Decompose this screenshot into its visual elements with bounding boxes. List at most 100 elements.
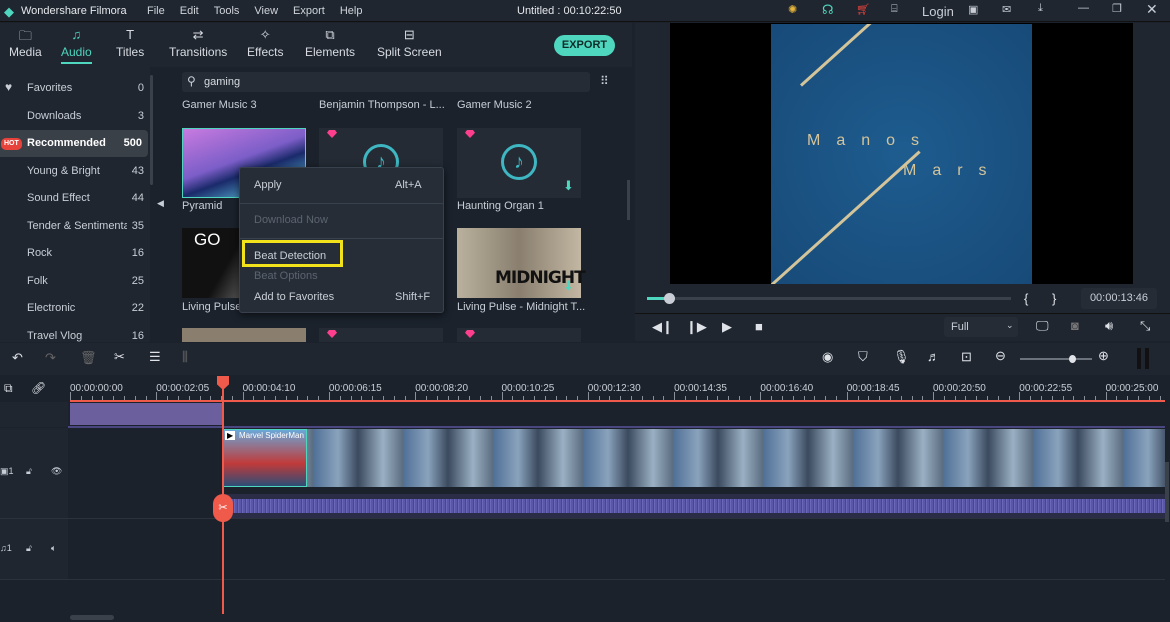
timeline-vertical-scrollbar[interactable] bbox=[1165, 462, 1169, 522]
app-title: Wondershare Filmora bbox=[21, 5, 127, 17]
redo-icon[interactable]: ↷ bbox=[45, 350, 56, 366]
scissors-icon[interactable]: ✂ bbox=[213, 494, 233, 522]
collapse-sidebar-icon[interactable]: ◀ bbox=[157, 198, 164, 209]
timeline-ruler[interactable]: ⧉ 🔗︎ 00:00:00:00 00:00:02:05 00:00:04:10 00… bbox=[0, 375, 1170, 402]
thumb-text: GO bbox=[194, 230, 221, 249]
menu-tools[interactable]: Tools bbox=[214, 5, 240, 17]
delete-icon[interactable]: 🗑︎ bbox=[80, 350, 97, 366]
sidebar-item-travel-vlog[interactable]: Travel Vlog 16 bbox=[0, 323, 150, 342]
fullscreen-icon[interactable]: ⤡ bbox=[1140, 318, 1150, 334]
mark-in-button[interactable]: { bbox=[1024, 291, 1028, 306]
audio-card[interactable] bbox=[182, 328, 306, 342]
sidebar-item-recommended[interactable]: HOT Recommended 500 bbox=[0, 130, 148, 157]
menu-item-add-to-favorites[interactable]: Add to Favorites Shift+F bbox=[254, 291, 430, 303]
login-button[interactable]: Login bbox=[922, 4, 954, 19]
timeline-zoom-slider[interactable] bbox=[1020, 355, 1092, 363]
cut-icon[interactable]: ✂ bbox=[114, 349, 125, 365]
audio-card[interactable] bbox=[457, 328, 581, 342]
video-clip-marvel-spiderman[interactable]: ▶ Marvel SpiderMan bbox=[223, 429, 1165, 487]
sidebar-item-folk[interactable]: Folk 25 bbox=[0, 268, 150, 295]
sidebar-scrollbar[interactable] bbox=[150, 75, 153, 185]
search-input[interactable]: ⚲ gaming bbox=[182, 72, 590, 92]
export-button[interactable]: EXPORT bbox=[554, 35, 615, 56]
zoom-out-icon[interactable]: ⊖ bbox=[995, 348, 1006, 364]
minimize-button[interactable]: — bbox=[1078, 2, 1089, 14]
mark-out-button[interactable]: } bbox=[1052, 291, 1056, 306]
menu-item-download-now[interactable]: Download Now bbox=[254, 214, 328, 226]
ruler-tick bbox=[1019, 392, 1021, 400]
undo-icon[interactable]: ↶ bbox=[12, 350, 23, 366]
audio-card-living-pulse-midnight[interactable]: MIDNIGHT ⬇ bbox=[457, 228, 586, 298]
lock-icon[interactable]: 🔓︎ bbox=[26, 466, 32, 477]
lock-icon[interactable]: 🔓︎ bbox=[26, 543, 32, 554]
audio-card-haunting-organ[interactable]: ♪ ⬇ bbox=[457, 128, 581, 198]
stop-icon[interactable]: ■ bbox=[755, 319, 763, 334]
ruler-tick bbox=[587, 392, 589, 400]
tab-elements[interactable]: ⧉ Elements bbox=[305, 27, 355, 59]
beat-region-clip[interactable] bbox=[70, 403, 222, 425]
panel-toggle-icon[interactable] bbox=[1137, 348, 1149, 369]
library-scrollbar[interactable] bbox=[627, 180, 630, 220]
eye-icon[interactable]: 👁︎ bbox=[51, 466, 62, 477]
menu-export[interactable]: Export bbox=[293, 5, 325, 17]
tab-transitions[interactable]: ⇄ Transitions bbox=[169, 27, 227, 59]
audio-wave-icon[interactable]: ⫼ bbox=[182, 349, 188, 365]
zoom-in-icon[interactable]: ⊕ bbox=[1098, 348, 1109, 364]
menu-view[interactable]: View bbox=[254, 5, 278, 17]
tab-titles[interactable]: T Titles bbox=[116, 27, 144, 59]
menu-help[interactable]: Help bbox=[340, 5, 363, 17]
grid-view-icon[interactable]: ⠿ bbox=[600, 74, 609, 88]
headset-icon[interactable]: ☊ bbox=[822, 2, 834, 18]
cart-icon[interactable]: 🛒︎ bbox=[856, 3, 870, 16]
sidebar-item-young-bright[interactable]: Young & Bright 43 bbox=[0, 158, 150, 185]
download-icon[interactable]: ⤓ bbox=[1038, 2, 1043, 15]
link-icon[interactable]: 🔗︎ bbox=[31, 381, 46, 395]
voiceover-list-icon[interactable]: ♬ bbox=[927, 349, 940, 364]
menu-file[interactable]: File bbox=[147, 5, 165, 17]
quality-select[interactable]: Full ⌄ bbox=[944, 317, 1018, 337]
sidebar-item-sound-effect[interactable]: Sound Effect 44 bbox=[0, 185, 150, 212]
display-icon[interactable]: 🖵︎ bbox=[1036, 318, 1049, 334]
tab-effects[interactable]: ✧ Effects bbox=[247, 27, 283, 59]
tab-audio[interactable]: ♫ Audio bbox=[61, 27, 92, 64]
adjust-icon[interactable]: ☰ bbox=[149, 349, 161, 365]
speaker-icon[interactable]: 🔈︎ bbox=[51, 543, 56, 554]
sidebar-item-rock[interactable]: Rock 16 bbox=[0, 240, 150, 267]
sidebar-item-favorites[interactable]: Favorites 0 bbox=[0, 75, 150, 102]
sidebar-item-electronic[interactable]: Electronic 22 bbox=[0, 295, 150, 322]
download-icon[interactable]: ⬇ bbox=[563, 278, 574, 294]
previous-frame-icon[interactable]: ◀❙ bbox=[652, 319, 673, 335]
maximize-button[interactable]: ❐ bbox=[1112, 2, 1122, 15]
mail-icon[interactable]: ✉ bbox=[1002, 3, 1011, 16]
marker-icon[interactable]: ⛉ bbox=[858, 349, 868, 365]
tab-split-screen[interactable]: ⊟ Split Screen bbox=[377, 27, 442, 59]
save-icon[interactable]: ▣ bbox=[968, 3, 978, 16]
timeline-horizontal-scrollbar[interactable] bbox=[70, 615, 114, 620]
close-button[interactable]: ✕ bbox=[1146, 1, 1158, 18]
volume-icon[interactable]: 🔊︎ bbox=[1105, 318, 1113, 334]
menu-item-beat-options[interactable]: Beat Options bbox=[254, 270, 318, 282]
play-icon[interactable]: ▶ bbox=[722, 319, 732, 335]
add-track-icon[interactable]: ⧉ bbox=[4, 381, 13, 396]
sidebar-item-downloads[interactable]: Downloads 3 bbox=[0, 103, 150, 130]
next-frame-icon[interactable]: ❙▶ bbox=[686, 319, 707, 335]
lightbulb-icon[interactable]: ✺ bbox=[788, 3, 797, 16]
gift-icon[interactable]: ⌸ bbox=[891, 3, 898, 16]
audio-card[interactable] bbox=[319, 328, 443, 342]
download-icon[interactable]: ⬇ bbox=[563, 178, 574, 194]
sidebar-item-tender[interactable]: Tender & Sentimental 35 bbox=[0, 213, 150, 240]
clip-title: Marvel SpiderMan bbox=[239, 431, 304, 440]
microphone-icon[interactable]: 🎙︎ bbox=[893, 349, 910, 365]
module-tabs: 🗀 Media ♫ Audio T Titles ⇄ Transitions ✧ Effe… bbox=[0, 23, 632, 67]
preview-scrubber[interactable] bbox=[647, 293, 1011, 304]
menu-edit[interactable]: Edit bbox=[180, 5, 199, 17]
fit-icon[interactable]: ⊡ bbox=[961, 349, 972, 365]
menu-item-beat-detection[interactable]: Beat Detection bbox=[254, 250, 326, 262]
tab-media[interactable]: 🗀 Media bbox=[9, 27, 42, 59]
title-text: Manos bbox=[807, 132, 936, 149]
snapshot-icon[interactable]: ◙ bbox=[1071, 318, 1079, 333]
render-icon[interactable]: ◉ bbox=[822, 349, 833, 365]
audio-waveform-clip[interactable] bbox=[223, 494, 1165, 518]
card-title: Benjamin Thompson - L... bbox=[319, 99, 445, 111]
menu-item-apply[interactable]: Apply Alt+A bbox=[254, 179, 422, 191]
